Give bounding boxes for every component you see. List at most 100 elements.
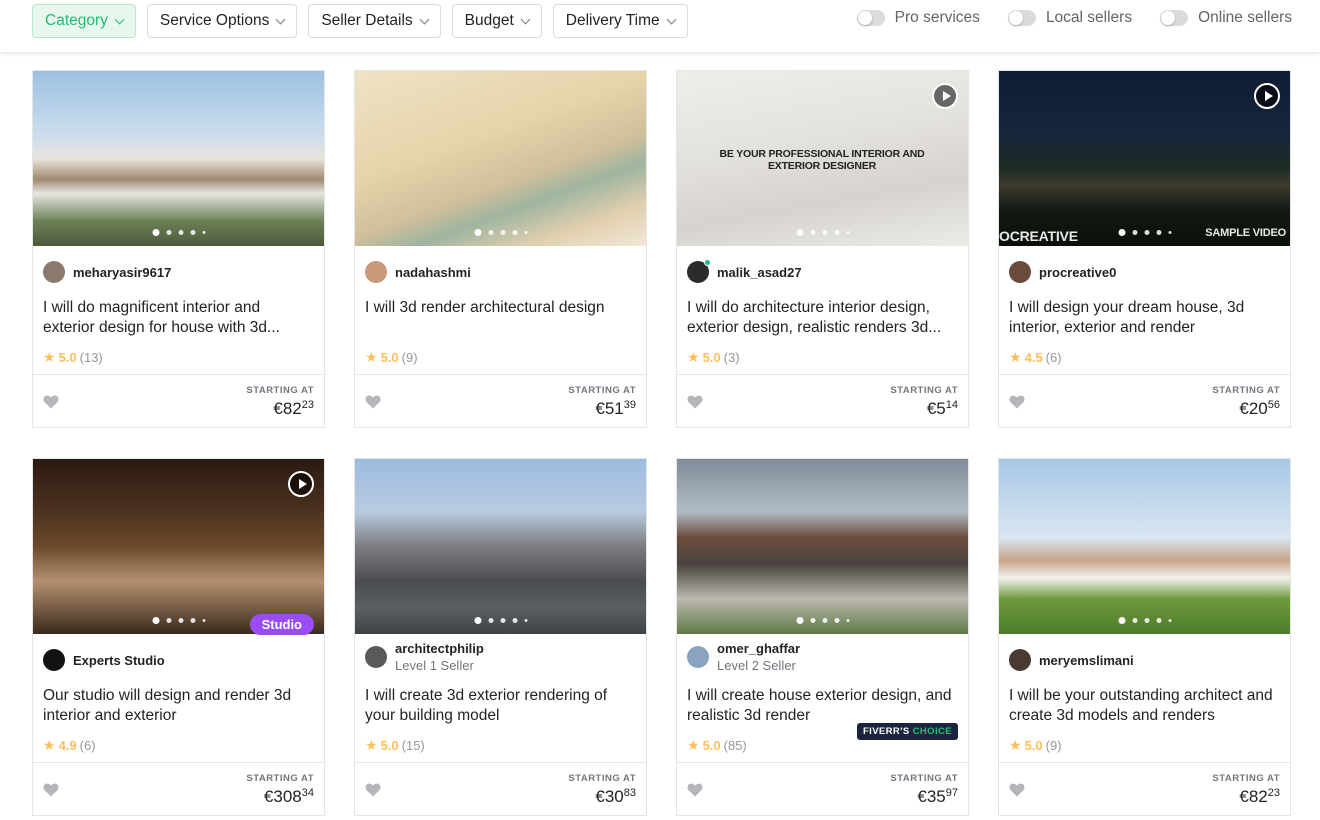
seller-info[interactable]: meharyasir9617 — [43, 261, 171, 283]
carousel-dot[interactable] — [1168, 619, 1171, 622]
gig-title[interactable]: I will design your dream house, 3d inter… — [1009, 298, 1281, 338]
seller-info[interactable]: nadahashmi — [365, 261, 471, 283]
seller-info[interactable]: procreative0 — [1009, 261, 1116, 283]
heart-icon[interactable] — [1009, 395, 1025, 409]
play-video-icon[interactable] — [1254, 83, 1280, 109]
carousel-dot[interactable] — [178, 618, 183, 623]
play-video-icon[interactable] — [288, 471, 314, 497]
avatar[interactable] — [43, 261, 65, 283]
modern-house-image[interactable] — [355, 459, 646, 634]
carousel-dot[interactable] — [834, 230, 839, 235]
carousel-dots[interactable] — [796, 229, 849, 236]
toggle-switch[interactable] — [1160, 10, 1189, 26]
carousel-dot[interactable] — [1144, 230, 1149, 235]
carousel-dot[interactable] — [190, 618, 195, 623]
toggle-pro-services[interactable]: Pro services — [856, 9, 980, 27]
carousel-dot[interactable] — [1144, 618, 1149, 623]
carousel-dot[interactable] — [202, 231, 205, 234]
carousel-dots[interactable] — [1118, 617, 1171, 624]
carousel-dot[interactable] — [166, 618, 171, 623]
carousel-dots[interactable] — [1118, 229, 1171, 236]
carousel-dot[interactable] — [796, 617, 803, 624]
seller-name[interactable]: procreative0 — [1039, 265, 1116, 280]
carousel-dot[interactable] — [500, 618, 505, 623]
gig-card[interactable]: BE YOUR PROFESSIONAL INTERIOR AND EXTERI… — [676, 70, 969, 428]
carousel-dot[interactable] — [512, 230, 517, 235]
seller-info[interactable]: meryemslimani — [1009, 649, 1134, 671]
toggle-switch[interactable] — [1007, 10, 1036, 26]
carousel-dot[interactable] — [178, 230, 183, 235]
avatar[interactable] — [1009, 649, 1031, 671]
carousel-dots[interactable] — [152, 617, 205, 624]
carousel-dot[interactable] — [152, 229, 159, 236]
avatar[interactable] — [687, 646, 709, 668]
seller-name[interactable]: nadahashmi — [395, 265, 471, 280]
seller-name[interactable]: meharyasir9617 — [73, 265, 171, 280]
gig-title[interactable]: I will 3d render architectural design — [365, 298, 637, 318]
seller-info[interactable]: omer_ghaffar Level 2 Seller — [687, 641, 800, 673]
heart-icon[interactable] — [687, 783, 703, 797]
carousel-dot[interactable] — [810, 230, 815, 235]
toggle-local-sellers[interactable]: Local sellers — [1007, 9, 1132, 27]
carousel-dot[interactable] — [488, 618, 493, 623]
seller-name[interactable]: meryemslimani — [1039, 653, 1134, 668]
white-interior-image[interactable]: BE YOUR PROFESSIONAL INTERIOR AND EXTERI… — [677, 71, 968, 246]
carousel-dot[interactable] — [1118, 229, 1125, 236]
gig-title[interactable]: Our studio will design and render 3d int… — [43, 686, 315, 726]
seller-name[interactable]: malik_asad27 — [717, 265, 802, 280]
seller-info[interactable]: architectphilip Level 1 Seller — [365, 641, 484, 673]
carousel-dots[interactable] — [474, 229, 527, 236]
avatar[interactable] — [1009, 261, 1031, 283]
avatar[interactable] — [687, 259, 711, 283]
carousel-dot[interactable] — [846, 619, 849, 622]
gig-card[interactable]: nadahashmi I will 3d render architectura… — [354, 70, 647, 428]
carousel-dot[interactable] — [202, 619, 205, 622]
gig-card[interactable]: meharyasir9617 I will do magnificent int… — [32, 70, 325, 428]
gig-card[interactable]: architectphilip Level 1 Seller I will cr… — [354, 458, 647, 816]
carousel-dot[interactable] — [474, 229, 481, 236]
filter-budget[interactable]: Budget — [451, 4, 542, 38]
seller-info[interactable]: malik_asad27 — [687, 259, 802, 283]
carousel-dot[interactable] — [500, 230, 505, 235]
carousel-dot[interactable] — [524, 231, 527, 234]
seller-name[interactable]: omer_ghaffar — [717, 641, 800, 656]
carousel-dot[interactable] — [822, 618, 827, 623]
gig-card[interactable]: meryemslimani I will be your outstanding… — [998, 458, 1291, 816]
filter-delivery-time[interactable]: Delivery Time — [552, 4, 688, 38]
carousel-dot[interactable] — [1156, 618, 1161, 623]
carousel-dot[interactable] — [166, 230, 171, 235]
carousel-dots[interactable] — [474, 617, 527, 624]
heart-icon[interactable] — [687, 395, 703, 409]
gig-card[interactable]: omer_ghaffar Level 2 Seller I will creat… — [676, 458, 969, 816]
carousel-dot[interactable] — [1132, 618, 1137, 623]
heart-icon[interactable] — [365, 783, 381, 797]
carousel-dot[interactable] — [1118, 617, 1125, 624]
toggle-online-sellers[interactable]: Online sellers — [1160, 9, 1292, 27]
carousel-dot[interactable] — [796, 229, 803, 236]
gig-title[interactable]: I will create 3d exterior rendering of y… — [365, 686, 637, 726]
seller-info[interactable]: Experts Studio — [43, 649, 165, 671]
gig-card[interactable]: OCREATIVE SAMPLE VIDEO procreative0 I wil… — [998, 70, 1291, 428]
avatar[interactable] — [43, 649, 65, 671]
carousel-dot[interactable] — [1132, 230, 1137, 235]
classic-interior-image[interactable] — [355, 71, 646, 246]
filter-service-options[interactable]: Service Options — [146, 4, 298, 38]
toggle-switch[interactable] — [856, 10, 885, 26]
filter-seller-details[interactable]: Seller Details — [308, 4, 441, 38]
heart-icon[interactable] — [365, 395, 381, 409]
carousel-dot[interactable] — [1168, 231, 1171, 234]
play-video-icon[interactable] — [932, 83, 958, 109]
carousel-dot[interactable] — [834, 618, 839, 623]
carousel-dot[interactable] — [152, 617, 159, 624]
carousel-dots[interactable] — [152, 229, 205, 236]
heart-icon[interactable] — [43, 395, 59, 409]
avatar[interactable] — [365, 261, 387, 283]
seller-name[interactable]: Experts Studio — [73, 653, 165, 668]
carousel-dot[interactable] — [822, 230, 827, 235]
carousel-dot[interactable] — [190, 230, 195, 235]
villa-garden-image[interactable] — [999, 459, 1290, 634]
house-exterior-image[interactable] — [33, 71, 324, 246]
gig-title[interactable]: I will do magnificent interior and exter… — [43, 298, 315, 338]
heart-icon[interactable] — [43, 783, 59, 797]
seller-name[interactable]: architectphilip — [395, 641, 484, 656]
